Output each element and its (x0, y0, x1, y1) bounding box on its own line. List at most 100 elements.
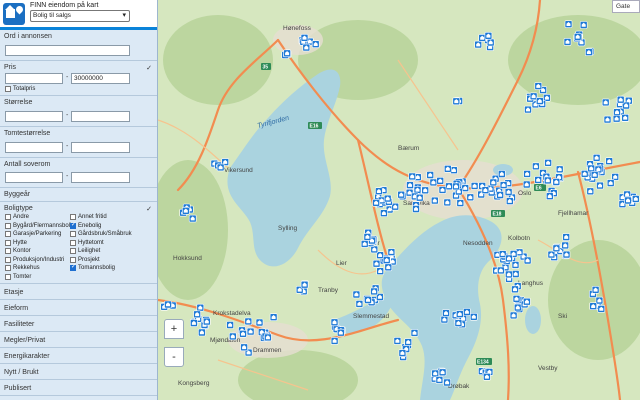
house-marker-icon[interactable] (229, 332, 237, 341)
house-marker-icon[interactable] (489, 178, 498, 187)
house-marker-icon[interactable] (188, 214, 197, 223)
housing-type-option[interactable]: Kontor (5, 248, 31, 255)
house-marker-icon[interactable] (364, 296, 372, 304)
house-marker-icon[interactable] (580, 170, 589, 178)
house-marker-icon[interactable] (624, 196, 632, 205)
house-marker-icon[interactable] (302, 43, 311, 52)
house-marker-icon[interactable] (452, 182, 460, 191)
house-marker-icon[interactable] (563, 38, 572, 46)
house-marker-icon[interactable] (469, 312, 478, 321)
house-marker-icon[interactable] (523, 256, 532, 265)
house-marker-icon[interactable] (512, 294, 521, 303)
house-marker-icon[interactable] (255, 318, 264, 327)
house-marker-icon[interactable] (484, 31, 493, 40)
house-marker-icon[interactable] (523, 170, 531, 178)
house-marker-icon[interactable] (404, 338, 412, 346)
house-marker-icon[interactable] (552, 244, 561, 253)
total-price-checkbox[interactable]: Totalpris (5, 86, 35, 93)
house-marker-icon[interactable] (455, 310, 464, 318)
checkbox-icon[interactable] (5, 265, 11, 272)
house-marker-icon[interactable] (198, 328, 206, 337)
housing-type-option[interactable]: Produksjon/Industri (5, 256, 64, 264)
house-marker-icon[interactable] (585, 48, 593, 57)
listing-type-select[interactable]: Bolig til salgs ▾ (30, 10, 130, 22)
house-marker-icon[interactable] (483, 372, 491, 381)
house-marker-icon[interactable] (481, 186, 490, 194)
housing-type-option[interactable]: Hytte (5, 239, 27, 247)
house-marker-icon[interactable] (380, 209, 388, 217)
house-marker-icon[interactable] (606, 179, 615, 187)
checkbox-icon[interactable] (5, 231, 11, 238)
house-marker-icon[interactable] (415, 193, 424, 202)
house-marker-icon[interactable] (445, 182, 453, 191)
checkbox-icon[interactable] (70, 239, 76, 246)
house-marker-icon[interactable] (509, 311, 518, 320)
house-marker-icon[interactable] (190, 319, 198, 327)
house-marker-icon[interactable] (264, 333, 272, 342)
house-marker-icon[interactable] (442, 309, 450, 317)
housing-type-option[interactable]: Bygård/Flermannsbolig (5, 222, 75, 230)
house-marker-icon[interactable] (337, 328, 345, 337)
house-marker-icon[interactable] (562, 250, 571, 259)
house-marker-icon[interactable] (592, 154, 601, 162)
house-marker-icon[interactable] (454, 319, 463, 327)
house-marker-icon[interactable] (543, 176, 552, 185)
house-marker-icon[interactable] (370, 287, 378, 296)
house-marker-icon[interactable] (330, 337, 339, 345)
checkbox-icon[interactable] (5, 214, 11, 221)
checkbox-icon[interactable] (5, 256, 11, 263)
house-marker-icon[interactable] (438, 186, 447, 194)
house-marker-icon[interactable] (511, 270, 520, 278)
house-marker-icon[interactable] (589, 302, 598, 311)
house-marker-icon[interactable] (586, 187, 595, 196)
house-marker-icon[interactable] (534, 82, 543, 90)
house-marker-icon[interactable] (543, 94, 551, 102)
house-marker-icon[interactable] (355, 300, 364, 308)
house-marker-icon[interactable] (375, 187, 383, 195)
house-marker-icon[interactable] (601, 98, 610, 107)
house-marker-icon[interactable] (300, 33, 309, 42)
house-marker-icon[interactable] (283, 49, 291, 58)
house-marker-icon[interactable] (505, 197, 514, 205)
housing-type-option[interactable]: Enebolig (70, 221, 101, 230)
house-marker-icon[interactable] (461, 184, 470, 192)
housing-type-option[interactable]: Rekkehus (5, 265, 40, 272)
house-marker-icon[interactable] (505, 254, 513, 263)
house-marker-icon[interactable] (330, 318, 339, 327)
house-marker-icon[interactable] (443, 378, 451, 387)
housing-type-option[interactable]: Tomter (5, 273, 31, 281)
house-marker-icon[interactable] (226, 321, 234, 329)
house-marker-icon[interactable] (372, 259, 381, 268)
house-marker-icon[interactable] (497, 170, 506, 178)
house-marker-icon[interactable] (613, 108, 621, 116)
house-marker-icon[interactable] (413, 186, 422, 194)
checkbox-icon[interactable] (70, 231, 76, 238)
house-marker-icon[interactable] (547, 250, 556, 259)
house-marker-icon[interactable] (497, 266, 505, 275)
facilities-section[interactable]: Fasiliteter (0, 316, 157, 332)
published-section[interactable]: Publisert (0, 380, 157, 396)
housing-type-option[interactable]: Garasje/Parkering (5, 231, 61, 238)
house-marker-icon[interactable] (587, 164, 596, 173)
house-marker-icon[interactable] (545, 192, 554, 200)
house-marker-icon[interactable] (311, 40, 320, 49)
house-marker-icon[interactable] (360, 240, 369, 248)
house-marker-icon[interactable] (164, 300, 172, 309)
house-marker-icon[interactable] (181, 207, 190, 215)
house-marker-icon[interactable] (438, 368, 447, 377)
house-marker-icon[interactable] (436, 177, 445, 185)
bedrooms-min-input[interactable] (5, 172, 63, 183)
size-max-input[interactable] (71, 111, 130, 122)
house-marker-icon[interactable] (397, 190, 405, 199)
floor-section[interactable]: Etasje (0, 284, 157, 300)
house-marker-icon[interactable] (463, 308, 471, 316)
housing-type-option[interactable]: Leilighet (70, 248, 100, 255)
house-marker-icon[interactable] (552, 178, 561, 186)
house-marker-icon[interactable] (431, 369, 440, 378)
house-marker-icon[interactable] (532, 162, 540, 171)
checkbox-icon[interactable] (70, 248, 76, 255)
housing-type-option[interactable]: Tomannsbolig (70, 263, 115, 272)
house-marker-icon[interactable] (398, 349, 407, 357)
price-min-input[interactable] (5, 73, 63, 84)
keyword-input[interactable] (5, 45, 130, 56)
